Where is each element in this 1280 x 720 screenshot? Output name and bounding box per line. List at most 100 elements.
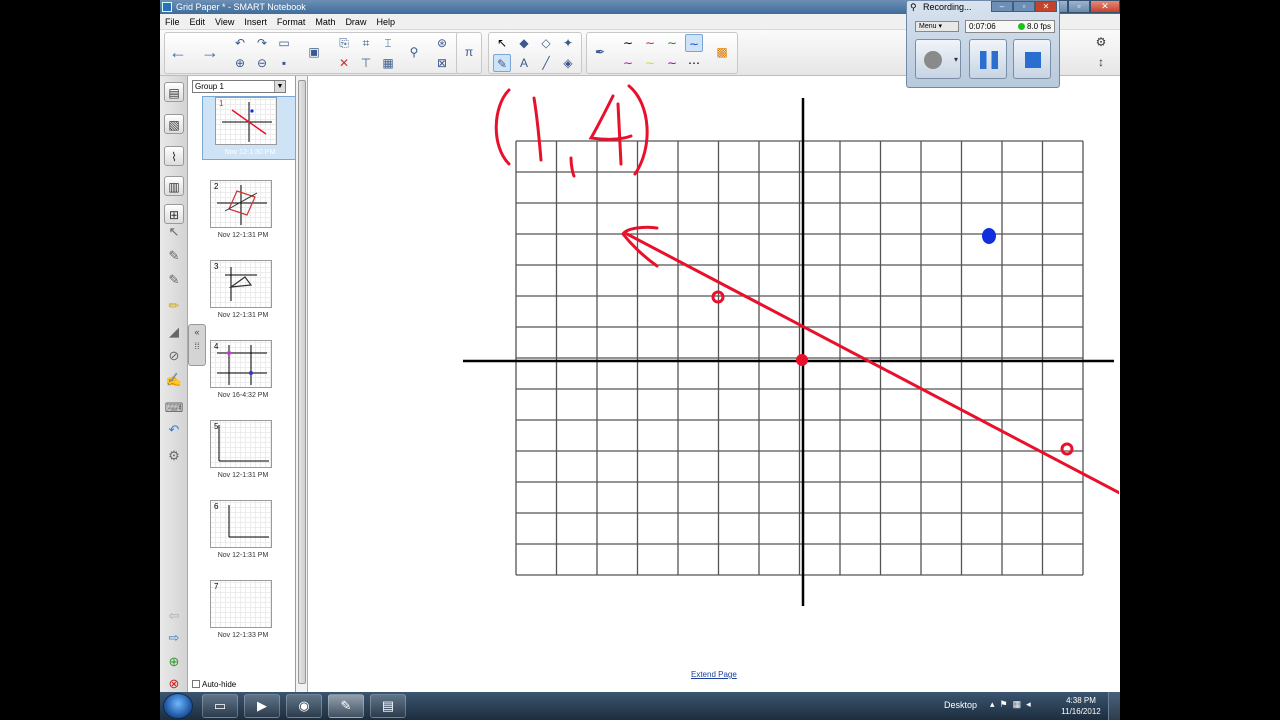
start-button[interactable] bbox=[163, 693, 193, 719]
stop-button[interactable] bbox=[1013, 39, 1051, 79]
scrollbar-thumb[interactable] bbox=[298, 80, 306, 684]
menu-insert[interactable]: Insert bbox=[239, 14, 272, 29]
close-button[interactable]: ✕ bbox=[1090, 0, 1120, 13]
page-thumbnail-5[interactable]: 5 Nov 12-1:31 PM bbox=[206, 420, 286, 486]
back-arrow-icon[interactable]: ⇦ bbox=[164, 606, 184, 626]
paste-icon[interactable]: ⎘ bbox=[335, 34, 353, 52]
smart-notebook-taskbar-icon[interactable]: ✎ bbox=[328, 694, 364, 718]
page-thumbnail-1[interactable]: 1 Nov 12-1:30 PM bbox=[202, 96, 296, 160]
document-camera-icon[interactable]: ⚲ bbox=[405, 43, 423, 61]
group-select[interactable]: Group 1 ▼ bbox=[192, 80, 286, 93]
delete-icon[interactable]: ✕ bbox=[335, 54, 353, 72]
desktop-toolbar-label[interactable]: Desktop bbox=[944, 700, 977, 710]
add-icon[interactable]: ⊕ bbox=[164, 652, 184, 672]
flag-icon[interactable]: ⚑ bbox=[1000, 699, 1013, 709]
pen-blue-icon[interactable]: ∼ bbox=[685, 34, 703, 52]
pen-red-icon[interactable]: ∼ bbox=[641, 34, 659, 52]
settings-tool-icon[interactable]: ⚙ bbox=[164, 446, 184, 466]
fullscreen-icon[interactable]: ⊠ bbox=[433, 54, 451, 72]
pen-green-icon[interactable]: ∼ bbox=[663, 34, 681, 52]
show-desktop-button[interactable] bbox=[1108, 692, 1120, 720]
maximize-button[interactable]: ▫ bbox=[1068, 0, 1090, 13]
color-palette-icon[interactable]: ▩ bbox=[713, 43, 731, 61]
addons-icon[interactable]: ⊛ bbox=[433, 34, 451, 52]
page-sorter-tab-icon[interactable]: ▤ bbox=[164, 82, 184, 102]
pen-tool-icon[interactable]: ✒ bbox=[591, 43, 609, 61]
record-button[interactable]: ▾ bbox=[915, 39, 961, 79]
undo-icon[interactable]: ↶ bbox=[231, 34, 249, 52]
fill-icon[interactable]: ◈ bbox=[559, 54, 577, 72]
auto-hide-checkbox[interactable]: Auto-hide bbox=[192, 680, 236, 689]
page-thumbnail-2[interactable]: 2 Nov 12-1:31 PM bbox=[206, 180, 286, 246]
highlighter-tool-icon[interactable]: ✏ bbox=[164, 296, 184, 316]
open-folder-icon[interactable]: ▭ bbox=[275, 34, 293, 52]
magic-pen-icon[interactable]: ✦ bbox=[559, 34, 577, 52]
menu-view[interactable]: View bbox=[210, 14, 239, 29]
toolbar-position-icon[interactable]: ↕ bbox=[1092, 53, 1110, 71]
pen2-side-tool-icon[interactable]: ✎ bbox=[164, 270, 184, 290]
settings-gear-icon[interactable]: ⚙ bbox=[1092, 33, 1110, 51]
menu-draw[interactable]: Draw bbox=[340, 14, 371, 29]
pen-yellow-icon[interactable]: ∼ bbox=[641, 54, 659, 72]
forward-arrow-icon[interactable]: ⇨ bbox=[164, 628, 184, 648]
math-pi-icon[interactable]: π bbox=[460, 43, 478, 61]
save-icon[interactable]: ▪ bbox=[275, 54, 293, 72]
screen-shade-icon[interactable]: ⌶ bbox=[379, 34, 397, 52]
add-page-icon[interactable]: ⊕ bbox=[231, 54, 249, 72]
smart-tools-taskbar-icon[interactable]: ◉ bbox=[286, 694, 322, 718]
redo-icon[interactable]: ↷ bbox=[253, 34, 271, 52]
extend-page-link[interactable]: Extend Page bbox=[691, 670, 737, 679]
keyboard-tool-icon[interactable]: ⌨ bbox=[164, 398, 184, 418]
pause-button[interactable] bbox=[969, 39, 1007, 79]
menu-math[interactable]: Math bbox=[310, 14, 340, 29]
pen-side-tool-icon[interactable]: ✎ bbox=[164, 246, 184, 266]
pen-dashed-icon[interactable]: ⋯ bbox=[685, 54, 703, 72]
capture-icon[interactable]: ⌗ bbox=[357, 34, 375, 52]
no-tool-icon[interactable]: ⊘ bbox=[164, 346, 184, 366]
pen-purple-icon[interactable]: ∼ bbox=[663, 54, 681, 72]
eraser-icon[interactable]: ◇ bbox=[537, 34, 555, 52]
recorder-maximize-button[interactable]: ▫ bbox=[1013, 1, 1035, 12]
checkbox-box[interactable] bbox=[192, 680, 200, 688]
text-icon[interactable]: A bbox=[515, 54, 533, 72]
recorder-menu-button[interactable]: Menu ▾ bbox=[915, 21, 959, 32]
whiteboard-canvas[interactable] bbox=[309, 76, 1120, 692]
screen-shade-down-icon[interactable]: ⊤ bbox=[357, 54, 375, 72]
properties-tab-icon[interactable]: ▥ bbox=[164, 176, 184, 196]
display-screen-icon[interactable]: ▣ bbox=[305, 43, 323, 61]
show-hidden-icons-icon[interactable]: ▴ bbox=[990, 699, 1000, 709]
recorder-close-button[interactable]: ✕ bbox=[1035, 1, 1057, 12]
volume-icon[interactable]: ◂ bbox=[1026, 699, 1036, 709]
pen-black-icon[interactable]: ∼ bbox=[619, 34, 637, 52]
pens-icon[interactable]: ✎ bbox=[493, 54, 511, 72]
table-icon[interactable]: ▦ bbox=[379, 54, 397, 72]
pointer-tool-icon[interactable]: ↖ bbox=[164, 222, 184, 242]
media-player-taskbar-icon[interactable]: ▶ bbox=[244, 694, 280, 718]
collapse-sidebar-handle[interactable]: « ⁞⁞ bbox=[188, 324, 206, 366]
recorder-taskbar-icon[interactable]: ▤ bbox=[370, 694, 406, 718]
page-thumbnail-7[interactable]: 7 Nov 12-1:33 PM bbox=[206, 580, 286, 646]
page-thumbnail-6[interactable]: 6 Nov 12-1:31 PM bbox=[206, 500, 286, 566]
previous-page-icon[interactable]: ← bbox=[169, 43, 187, 61]
next-page-icon[interactable]: → bbox=[201, 43, 219, 61]
addons-tab-icon[interactable]: ⊞ bbox=[164, 204, 184, 224]
notes-tool-icon[interactable]: ✍ bbox=[164, 370, 184, 390]
menu-format[interactable]: Format bbox=[272, 14, 311, 29]
recorder-minimize-button[interactable]: – bbox=[991, 1, 1013, 12]
explorer-taskbar-icon[interactable]: ▭ bbox=[202, 694, 238, 718]
page-thumbnail-4[interactable]: 4 Nov 16-4:32 PM bbox=[206, 340, 286, 406]
line-icon[interactable]: ╱ bbox=[537, 54, 555, 72]
undo-tool-icon[interactable]: ↶ bbox=[164, 420, 184, 440]
shapes-icon[interactable]: ◆ bbox=[515, 34, 533, 52]
remove-icon[interactable]: ⊗ bbox=[164, 674, 184, 692]
sorter-scrollbar[interactable] bbox=[296, 76, 308, 692]
delete-page-icon[interactable]: ⊖ bbox=[253, 54, 271, 72]
clock[interactable]: 4:38 PM 11/16/2012 bbox=[1056, 695, 1106, 717]
eraser-tool-icon[interactable]: ◢ bbox=[164, 322, 184, 342]
menu-file[interactable]: File bbox=[160, 14, 185, 29]
page-thumbnail-3[interactable]: 3 Nov 12-1:31 PM bbox=[206, 260, 286, 326]
attachments-tab-icon[interactable]: ⌇ bbox=[164, 146, 184, 166]
menu-help[interactable]: Help bbox=[371, 14, 400, 29]
menu-edit[interactable]: Edit bbox=[185, 14, 211, 29]
select-arrow-icon[interactable]: ↖ bbox=[493, 34, 511, 52]
